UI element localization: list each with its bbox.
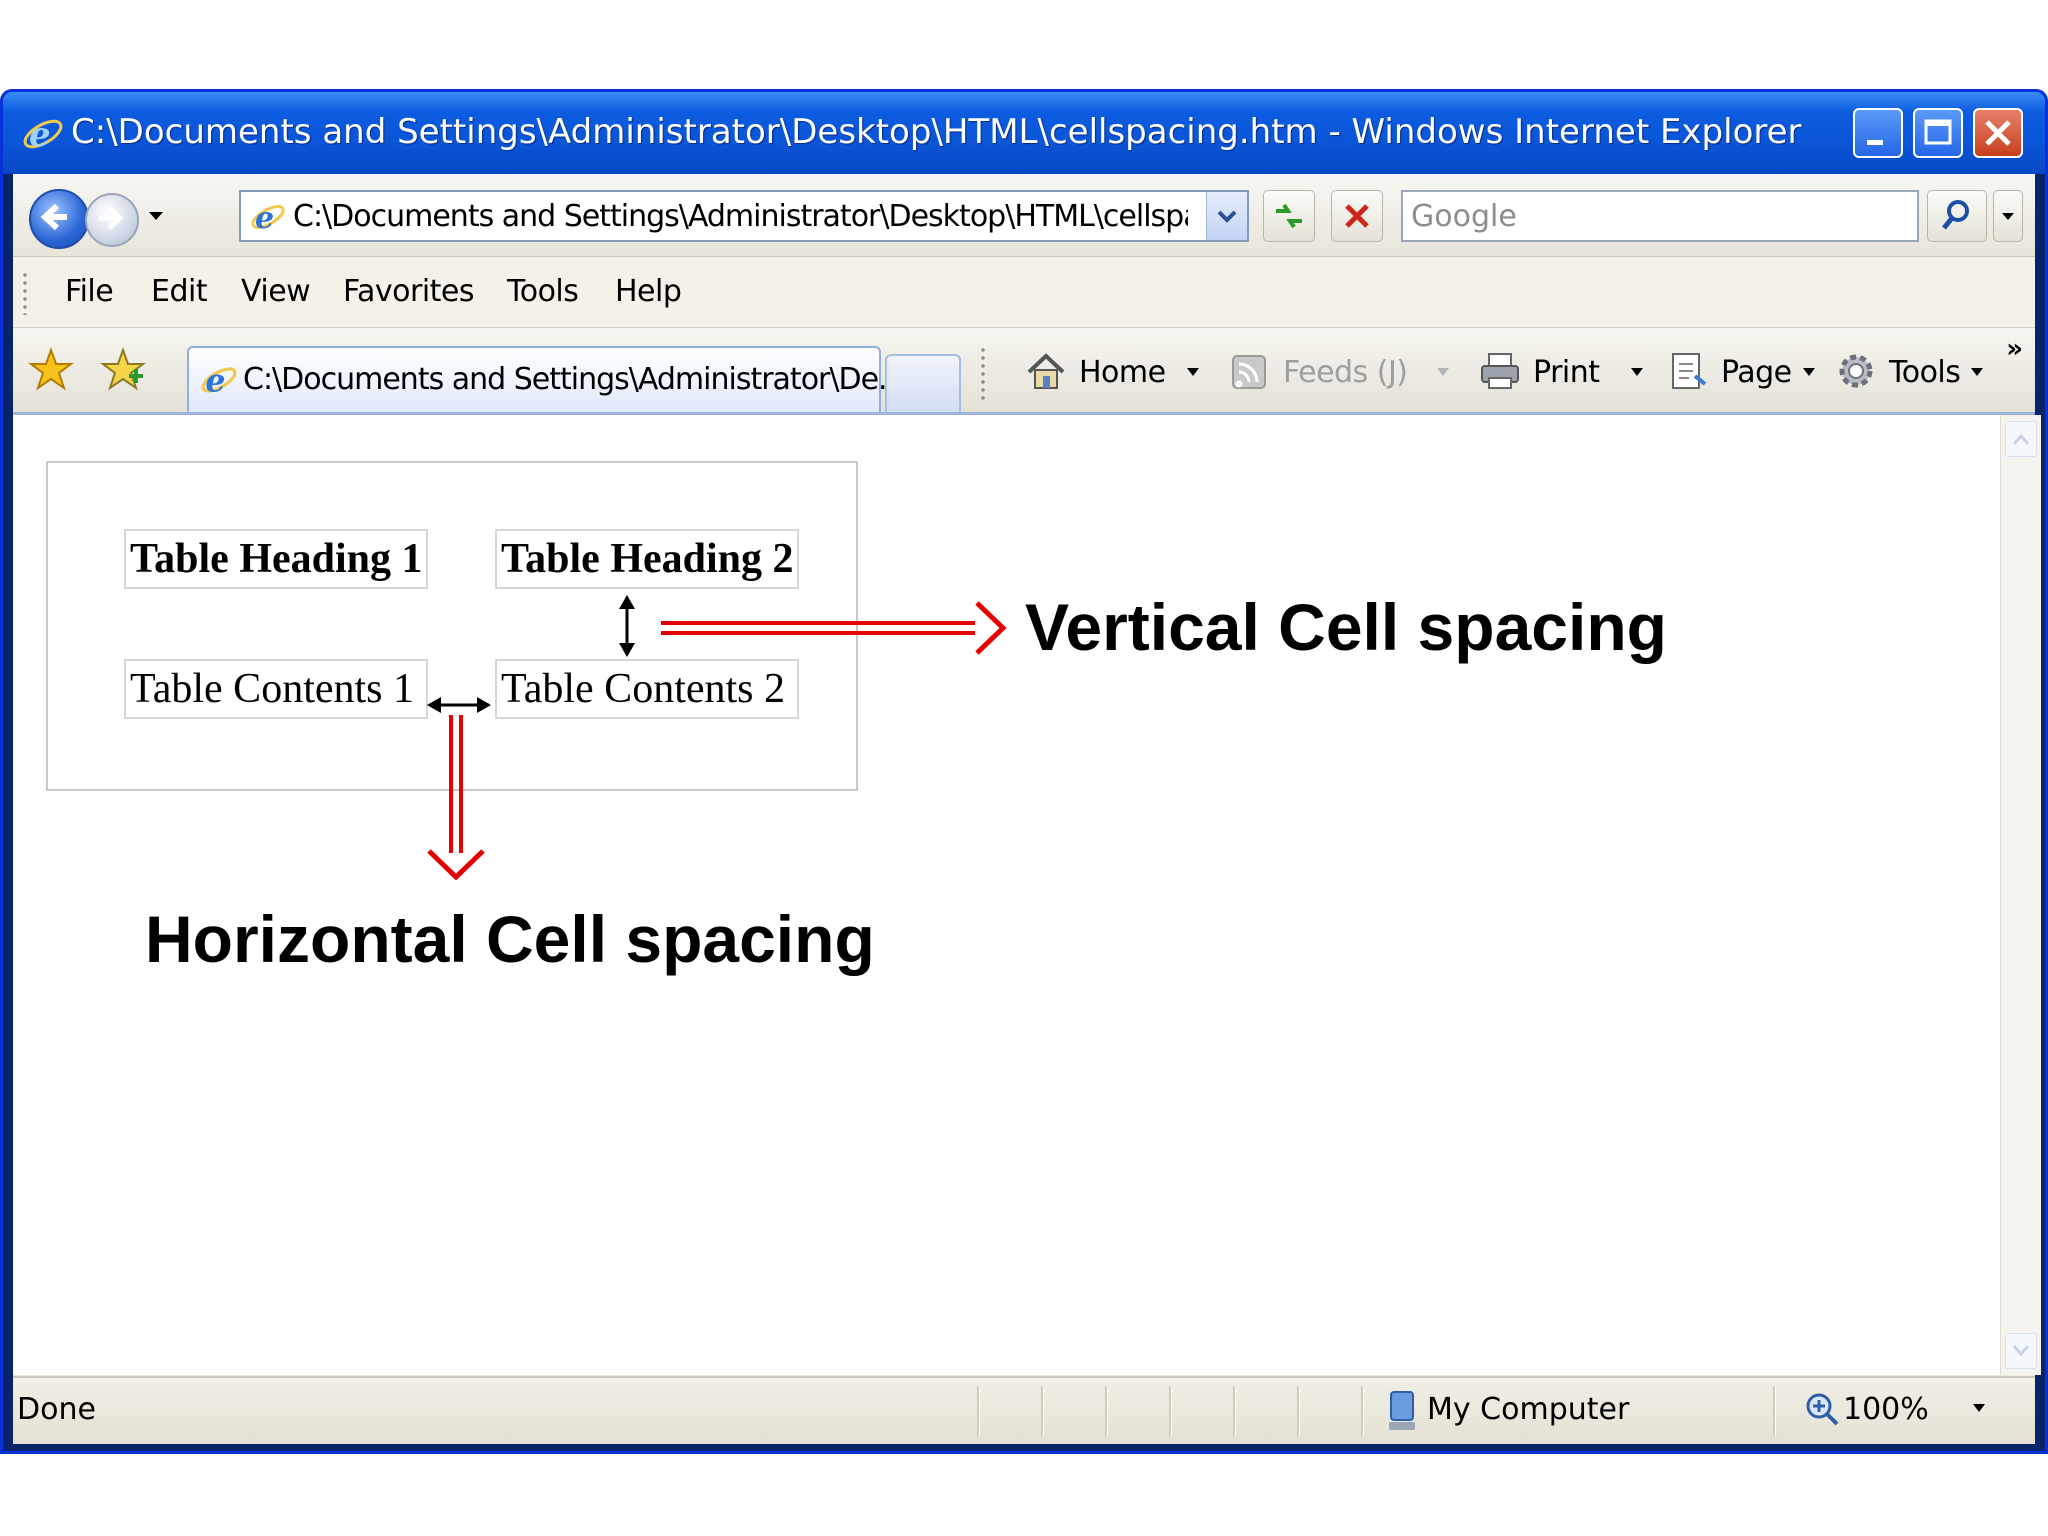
status-divider xyxy=(1297,1386,1300,1436)
annotation-arrows xyxy=(427,595,1007,881)
refresh-button[interactable] xyxy=(1263,190,1315,242)
chevron-down-icon xyxy=(2002,213,2014,220)
status-divider xyxy=(1361,1386,1364,1436)
status-divider xyxy=(1041,1386,1044,1436)
scroll-down-button[interactable] xyxy=(2005,1333,2037,1369)
menu-help[interactable]: Help xyxy=(611,257,685,327)
home-dropdown-icon[interactable] xyxy=(1187,368,1199,376)
toolbar-separator xyxy=(981,346,985,400)
page-button[interactable]: Page xyxy=(1721,346,1792,400)
vertical-cell-spacing-label: Vertical Cell spacing xyxy=(1025,590,1667,664)
stop-button[interactable] xyxy=(1331,190,1383,242)
back-button[interactable] xyxy=(29,189,89,249)
tools-dropdown-icon[interactable] xyxy=(1971,368,1983,376)
page-menu-icon[interactable] xyxy=(1665,348,1711,394)
vertical-spacing-double-arrow-icon xyxy=(619,595,635,657)
status-text: Done xyxy=(17,1392,96,1427)
maximize-icon xyxy=(1924,119,1952,145)
maximize-button[interactable] xyxy=(1913,108,1963,158)
printer-icon[interactable] xyxy=(1477,348,1523,394)
status-divider xyxy=(1233,1386,1236,1436)
tab-current-page[interactable]: e C:\Documents and Settings\Administrato… xyxy=(187,346,905,412)
computer-zone-icon xyxy=(1389,1391,1415,1430)
scroll-up-button[interactable] xyxy=(2005,421,2037,457)
home-button[interactable]: Home xyxy=(1079,346,1166,400)
menu-bar: File Edit View Favorites Tools Help xyxy=(13,257,2035,328)
browser-window: e C:\Documents and Settings\Administrato… xyxy=(0,89,2048,1454)
status-divider xyxy=(1105,1386,1108,1436)
feeds-button[interactable]: Feeds (J) xyxy=(1283,346,1408,400)
horizontal-spacing-double-arrow-icon xyxy=(427,697,491,713)
menu-tools[interactable]: Tools xyxy=(503,257,582,327)
gear-icon[interactable] xyxy=(1833,348,1879,394)
menu-file[interactable]: File xyxy=(61,257,117,327)
page-icon: e xyxy=(251,201,285,236)
chevron-down-icon xyxy=(1217,210,1237,223)
menu-view[interactable]: View xyxy=(237,257,314,327)
page-dropdown-icon[interactable] xyxy=(1803,368,1815,376)
navigation-bar: e C:\Documents and Settings\Administrato… xyxy=(13,174,2035,257)
search-options-button[interactable] xyxy=(1993,190,2023,242)
toolbar-grip[interactable] xyxy=(23,271,27,315)
feeds-icon[interactable] xyxy=(1227,348,1273,394)
address-dropdown-button[interactable] xyxy=(1206,192,1247,240)
refresh-icon xyxy=(1276,203,1302,229)
menu-edit[interactable]: Edit xyxy=(147,257,211,327)
minimize-icon xyxy=(1867,140,1883,145)
address-bar[interactable]: e C:\Documents and Settings\Administrato… xyxy=(239,190,1249,242)
stop-icon xyxy=(1345,204,1369,228)
feeds-dropdown-icon xyxy=(1437,368,1449,376)
command-bar: e C:\Documents and Settings\Administrato… xyxy=(13,328,2035,415)
svg-text:e: e xyxy=(29,115,51,155)
address-input[interactable]: C:\Documents and Settings\Administrator\… xyxy=(293,199,1188,235)
close-window-button[interactable] xyxy=(1973,108,2023,158)
browser-frame: e C:\Documents and Settings\Administrato… xyxy=(13,174,2041,1444)
menu-favorites[interactable]: Favorites xyxy=(339,257,478,327)
chevron-down-icon xyxy=(2012,1345,2030,1357)
favorites-center-star-icon[interactable] xyxy=(27,346,75,394)
vertical-scrollbar[interactable] xyxy=(2000,415,2041,1375)
close-icon xyxy=(1985,120,2011,146)
zoom-level[interactable]: 100% xyxy=(1843,1390,1929,1430)
print-dropdown-icon[interactable] xyxy=(1631,368,1643,376)
print-button[interactable]: Print xyxy=(1533,346,1600,400)
minimize-button[interactable] xyxy=(1853,108,1903,158)
forward-arrow-icon xyxy=(99,206,124,230)
status-divider xyxy=(1773,1386,1776,1436)
zoom-icon[interactable] xyxy=(1803,1390,1843,1430)
search-input[interactable]: Google xyxy=(1401,190,1919,242)
search-button[interactable] xyxy=(1927,190,1987,242)
tools-button[interactable]: Tools xyxy=(1889,346,1961,400)
ie-logo-icon: e xyxy=(23,115,63,155)
search-placeholder: Google xyxy=(1411,199,1517,234)
horizontal-pointer-arrow-icon xyxy=(427,715,485,881)
page-icon: e xyxy=(201,363,237,400)
status-divider xyxy=(1169,1386,1172,1436)
page-viewport: Table Heading 1 Table Heading 2 Table Co… xyxy=(13,415,2041,1375)
chevron-up-icon xyxy=(2012,433,2030,445)
more-commands-icon[interactable]: » xyxy=(2006,334,2023,364)
zoom-dropdown-icon[interactable] xyxy=(1973,1404,1985,1412)
svg-text:e: e xyxy=(255,201,274,236)
search-icon xyxy=(1942,200,1969,230)
new-tab-button[interactable] xyxy=(885,354,961,412)
history-dropdown-icon[interactable] xyxy=(143,200,169,230)
horizontal-cell-spacing-label: Horizontal Cell spacing xyxy=(145,902,875,976)
tab-label: C:\Documents and Settings\Administrator\… xyxy=(243,362,905,397)
home-icon[interactable] xyxy=(1023,348,1069,394)
svg-text:e: e xyxy=(205,363,225,400)
vertical-pointer-arrow-icon xyxy=(661,601,1007,655)
title-bar[interactable]: e C:\Documents and Settings\Administrato… xyxy=(3,92,2045,174)
status-bar: Done My Computer 100% xyxy=(13,1376,2035,1444)
forward-button[interactable] xyxy=(85,193,139,247)
security-zone-label: My Computer xyxy=(1427,1392,1630,1427)
back-arrow-icon xyxy=(40,203,67,231)
status-divider xyxy=(977,1386,980,1436)
window-title: C:\Documents and Settings\Administrator\… xyxy=(71,112,1802,152)
add-favorites-star-icon[interactable] xyxy=(99,346,147,394)
